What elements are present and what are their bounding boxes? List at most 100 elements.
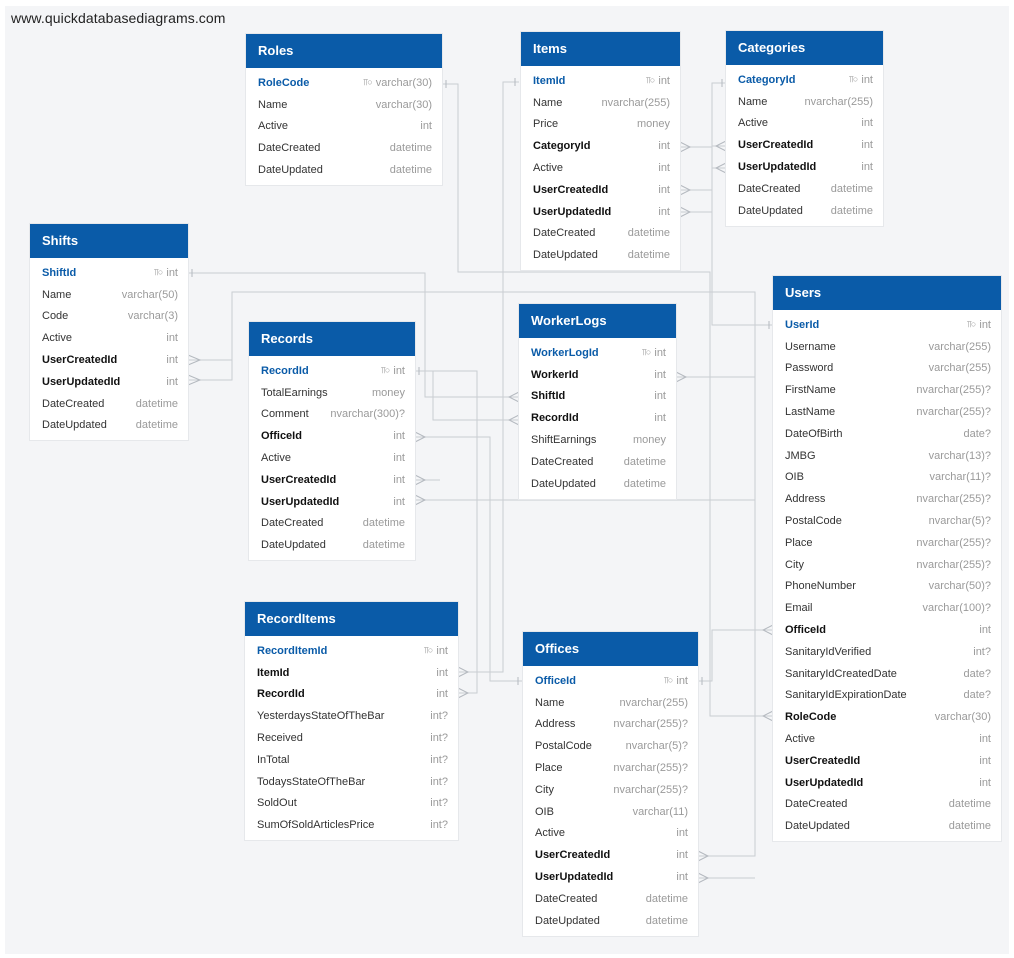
field-row[interactable]: PostalCode nvarchar(5)?: [773, 510, 1001, 532]
field-row[interactable]: ShiftId int: [519, 386, 676, 408]
field-row[interactable]: UserCreatedId int: [523, 844, 698, 866]
field-row[interactable]: WorkerLogId ⫪○ int: [519, 342, 676, 364]
field-row[interactable]: Name varchar(30): [246, 94, 442, 116]
field-row[interactable]: OIB varchar(11)?: [773, 467, 1001, 489]
field-row[interactable]: UserCreatedId int: [521, 179, 680, 201]
field-row[interactable]: OfficeId ⫪○ int: [523, 670, 698, 692]
field-row[interactable]: OIB varchar(11): [523, 801, 698, 823]
table-recorditems[interactable]: RecordItems RecordItemId ⫪○ int ItemId int Rec…: [245, 602, 458, 841]
field-row[interactable]: ItemId ⫪○ int: [521, 70, 680, 92]
field-row[interactable]: OfficeId int: [773, 619, 1001, 641]
field-row[interactable]: Active int: [246, 116, 442, 138]
field-row[interactable]: DateUpdated datetime: [521, 244, 680, 266]
field-row[interactable]: ShiftEarnings money: [519, 429, 676, 451]
field-row[interactable]: DateCreated datetime: [249, 513, 415, 535]
field-row[interactable]: DateOfBirth date?: [773, 423, 1001, 445]
field-row[interactable]: UserUpdatedId int: [726, 156, 883, 178]
field-row[interactable]: Comment nvarchar(300)?: [249, 404, 415, 426]
field-row[interactable]: DateCreated datetime: [773, 794, 1001, 816]
field-row[interactable]: SumOfSoldArticlesPrice int?: [245, 814, 458, 836]
field-row[interactable]: SanitaryIdCreatedDate date?: [773, 663, 1001, 685]
field-row[interactable]: UserUpdatedId int: [521, 201, 680, 223]
field-row[interactable]: Active int: [30, 327, 188, 349]
field-row[interactable]: DateCreated datetime: [521, 223, 680, 245]
field-row[interactable]: InTotal int?: [245, 749, 458, 771]
field-row[interactable]: SanitaryIdExpirationDate date?: [773, 685, 1001, 707]
field-row[interactable]: DateUpdated datetime: [773, 815, 1001, 837]
field-row[interactable]: JMBG varchar(13)?: [773, 445, 1001, 467]
field-row[interactable]: DateUpdated datetime: [523, 910, 698, 932]
table-title[interactable]: Shifts: [30, 224, 188, 258]
field-row[interactable]: DateUpdated datetime: [249, 534, 415, 556]
field-row[interactable]: Place nvarchar(255)?: [773, 532, 1001, 554]
field-row[interactable]: DateUpdated datetime: [30, 415, 188, 437]
field-row[interactable]: DateCreated datetime: [30, 393, 188, 415]
field-row[interactable]: WorkerId int: [519, 364, 676, 386]
table-title[interactable]: Users: [773, 276, 1001, 310]
table-shifts[interactable]: Shifts ShiftId ⫪○ int Name varchar(50) Code var…: [30, 224, 188, 441]
field-row[interactable]: RoleCode ⫪○ varchar(30): [246, 72, 442, 94]
table-title[interactable]: WorkerLogs: [519, 304, 676, 338]
table-workerlogs[interactable]: WorkerLogs WorkerLogId ⫪○ int WorkerId int Shi…: [519, 304, 676, 499]
field-row[interactable]: DateCreated datetime: [726, 178, 883, 200]
field-row[interactable]: SoldOut int?: [245, 793, 458, 815]
field-row[interactable]: UserCreatedId int: [726, 134, 883, 156]
field-row[interactable]: FirstName nvarchar(255)?: [773, 379, 1001, 401]
field-row[interactable]: TotalEarnings money: [249, 382, 415, 404]
field-row[interactable]: RecordId ⫪○ int: [249, 360, 415, 382]
field-row[interactable]: Email varchar(100)?: [773, 597, 1001, 619]
field-row[interactable]: UserUpdatedId int: [30, 371, 188, 393]
table-categories[interactable]: Categories CategoryId ⫪○ int Name nvarchar(25…: [726, 31, 883, 226]
field-row[interactable]: SanitaryIdVerified int?: [773, 641, 1001, 663]
field-row[interactable]: Name nvarchar(255): [521, 92, 680, 114]
field-row[interactable]: Username varchar(255): [773, 336, 1001, 358]
field-row[interactable]: Address nvarchar(255)?: [773, 488, 1001, 510]
field-row[interactable]: CategoryId int: [521, 135, 680, 157]
field-row[interactable]: DateUpdated datetime: [519, 473, 676, 495]
field-row[interactable]: Active int: [773, 728, 1001, 750]
field-row[interactable]: YesterdaysStateOfTheBar int?: [245, 705, 458, 727]
field-row[interactable]: DateUpdated datetime: [246, 159, 442, 181]
field-row[interactable]: Active int: [521, 157, 680, 179]
field-row[interactable]: TodaysStateOfTheBar int?: [245, 771, 458, 793]
field-row[interactable]: RoleCode varchar(30): [773, 706, 1001, 728]
field-row[interactable]: RecordId int: [519, 407, 676, 429]
field-row[interactable]: UserId ⫪○ int: [773, 314, 1001, 336]
field-row[interactable]: Received int?: [245, 727, 458, 749]
field-row[interactable]: Place nvarchar(255)?: [523, 757, 698, 779]
field-row[interactable]: PostalCode nvarchar(5)?: [523, 735, 698, 757]
table-title[interactable]: Roles: [246, 34, 442, 68]
table-offices[interactable]: Offices OfficeId ⫪○ int Name nvarchar(255) Add…: [523, 632, 698, 936]
field-row[interactable]: DateCreated datetime: [523, 888, 698, 910]
field-row[interactable]: UserUpdatedId int: [773, 772, 1001, 794]
field-row[interactable]: Password varchar(255): [773, 358, 1001, 380]
field-row[interactable]: Active int: [523, 823, 698, 845]
field-row[interactable]: UserUpdatedId int: [249, 491, 415, 513]
field-row[interactable]: DateCreated datetime: [246, 137, 442, 159]
field-row[interactable]: Active int: [726, 113, 883, 135]
field-row[interactable]: OfficeId int: [249, 425, 415, 447]
field-row[interactable]: Address nvarchar(255)?: [523, 714, 698, 736]
table-records[interactable]: Records RecordId ⫪○ int TotalEarnings money Co…: [249, 322, 415, 561]
field-row[interactable]: PhoneNumber varchar(50)?: [773, 576, 1001, 598]
table-title[interactable]: RecordItems: [245, 602, 458, 636]
field-row[interactable]: Code varchar(3): [30, 306, 188, 328]
field-row[interactable]: DateUpdated datetime: [726, 200, 883, 222]
field-row[interactable]: ItemId int: [245, 662, 458, 684]
table-items[interactable]: Items ItemId ⫪○ int Name nvarchar(255) Price mo…: [521, 32, 680, 271]
field-row[interactable]: RecordId int: [245, 684, 458, 706]
field-row[interactable]: City nvarchar(255)?: [523, 779, 698, 801]
field-row[interactable]: Active int: [249, 447, 415, 469]
table-title[interactable]: Records: [249, 322, 415, 356]
field-row[interactable]: UserCreatedId int: [30, 349, 188, 371]
field-row[interactable]: Name nvarchar(255): [523, 692, 698, 714]
field-row[interactable]: Name varchar(50): [30, 284, 188, 306]
field-row[interactable]: ShiftId ⫪○ int: [30, 262, 188, 284]
field-row[interactable]: UserUpdatedId int: [523, 866, 698, 888]
field-row[interactable]: DateCreated datetime: [519, 451, 676, 473]
field-row[interactable]: CategoryId ⫪○ int: [726, 69, 883, 91]
field-row[interactable]: Name nvarchar(255): [726, 91, 883, 113]
table-title[interactable]: Categories: [726, 31, 883, 65]
field-row[interactable]: RecordItemId ⫪○ int: [245, 640, 458, 662]
table-title[interactable]: Items: [521, 32, 680, 66]
